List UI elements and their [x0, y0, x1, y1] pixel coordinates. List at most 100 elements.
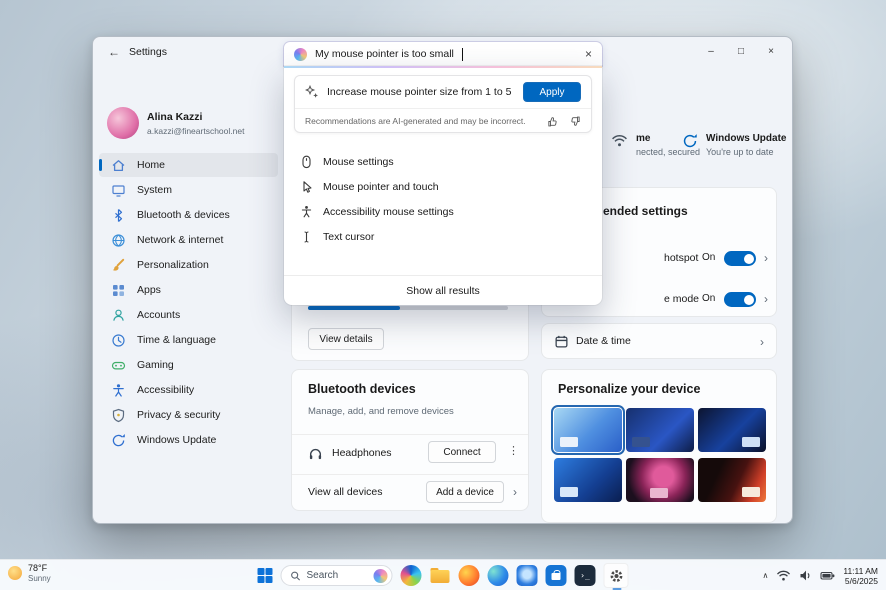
settings-search-input[interactable]: My mouse pointer is too small ×	[284, 42, 602, 66]
theme-thumbnail-1[interactable]	[554, 408, 622, 452]
clear-search-icon[interactable]: ×	[585, 47, 592, 61]
sidebar: Alina Kazzi a.kazzi@fineartschool.net Ho…	[93, 65, 284, 523]
tray-chevron-up-icon[interactable]: ∧	[762, 571, 768, 580]
personalize-title: Personalize your device	[558, 382, 700, 396]
photos-icon[interactable]	[517, 565, 538, 586]
start-button[interactable]	[258, 568, 273, 583]
sidebar-item-network-internet[interactable]: Network & internet	[99, 228, 278, 252]
date-time-label: Date & time	[576, 335, 631, 347]
search-results-list: Mouse settings Mouse pointer and touch A…	[284, 149, 602, 249]
apps-icon	[111, 283, 126, 298]
theme-thumbnails	[554, 408, 766, 502]
microsoft-store-icon[interactable]	[546, 565, 567, 586]
theme-thumbnail-3[interactable]	[698, 408, 766, 452]
sidebar-item-personalization[interactable]: Personalization	[99, 253, 278, 277]
taskbar-center: Search ›_	[258, 560, 629, 590]
sidebar-item-bluetooth-devices[interactable]: Bluetooth & devices	[99, 203, 278, 227]
hotspot-state: On	[702, 252, 715, 263]
connect-button[interactable]: Connect	[428, 441, 496, 463]
theme-thumbnail-5[interactable]	[626, 458, 694, 502]
theme-preview-window	[650, 488, 668, 498]
update-icon	[111, 433, 126, 448]
recommended-settings-title: ended settings	[603, 204, 688, 218]
sidebar-item-label: Personalization	[137, 259, 209, 271]
sidebar-item-label: Privacy & security	[137, 409, 220, 421]
theme-thumbnail-2[interactable]	[626, 408, 694, 452]
suggestion-title: Increase mouse pointer size from 1 to 5	[327, 86, 511, 98]
settings-app-icon-active[interactable]	[604, 563, 629, 588]
sidebar-item-apps[interactable]: Apps	[99, 278, 278, 302]
apply-button[interactable]: Apply	[523, 82, 581, 102]
search-query-text: My mouse pointer is too small	[315, 48, 454, 60]
sparkle-icon	[305, 85, 319, 99]
hotspot-toggle[interactable]	[724, 251, 756, 266]
mode-toggle[interactable]	[724, 292, 756, 307]
theme-thumbnail-6[interactable]	[698, 458, 766, 502]
view-details-button[interactable]: View details	[308, 328, 384, 350]
bluetooth-devices-card: Bluetooth devices Manage, add, and remov…	[291, 369, 529, 511]
hotspot-label: hotspot	[664, 252, 698, 264]
bluetooth-card-title: Bluetooth devices	[308, 382, 416, 396]
selection-indicator	[99, 159, 102, 171]
sidebar-item-time-language[interactable]: Time & language	[99, 328, 278, 352]
taskbar-search[interactable]: Search	[281, 565, 393, 586]
result-mouse-settings[interactable]: Mouse settings	[284, 149, 602, 174]
windows-update-status-card[interactable]: Windows Update You're up to date	[682, 133, 786, 157]
settings-window: ← Settings – □ × Alina Kazzi a.kazzi@fin…	[92, 36, 793, 524]
clock-icon	[111, 333, 126, 348]
minimize-button[interactable]: –	[696, 41, 726, 61]
divider	[292, 474, 528, 475]
copilot-app-icon[interactable]	[401, 565, 422, 586]
view-all-devices-row: View all devices Add a device ›	[292, 478, 528, 508]
tray-battery-icon[interactable]	[820, 569, 835, 582]
theme-preview-window	[742, 487, 760, 497]
clock-time: 11:11 AM	[843, 566, 878, 576]
edge-icon[interactable]	[488, 565, 509, 586]
avatar[interactable]	[107, 107, 139, 139]
sidebar-item-system[interactable]: System	[99, 178, 278, 202]
sidebar-item-privacy-security[interactable]: Privacy & security	[99, 403, 278, 427]
thumbs-down-icon[interactable]	[569, 115, 581, 128]
ai-disclaimer: Recommendations are AI-generated and may…	[305, 116, 526, 126]
date-time-card[interactable]: Date & time ›	[541, 323, 777, 359]
sidebar-item-label: Gaming	[137, 359, 174, 371]
system-icon	[111, 183, 126, 198]
back-button[interactable]: ←	[105, 44, 123, 60]
result-accessibility-mouse[interactable]: Accessibility mouse settings	[284, 199, 602, 224]
maximize-button[interactable]: □	[726, 41, 756, 61]
globe-icon	[111, 233, 126, 248]
close-button[interactable]: ×	[756, 41, 786, 61]
more-options-icon[interactable]: ⋮	[508, 444, 519, 457]
show-all-results-button[interactable]: Show all results	[284, 275, 602, 305]
terminal-icon[interactable]: ›_	[575, 565, 596, 586]
sidebar-item-accounts[interactable]: Accounts	[99, 303, 278, 327]
device-name: Headphones	[332, 447, 392, 459]
result-mouse-pointer-touch[interactable]: Mouse pointer and touch	[284, 174, 602, 199]
result-text-cursor[interactable]: Text cursor	[284, 224, 602, 249]
sidebar-item-label: Apps	[137, 284, 161, 296]
tray-wifi-icon[interactable]	[776, 569, 791, 582]
storage-progress-track	[308, 306, 508, 310]
desktop: ← Settings – □ × Alina Kazzi a.kazzi@fin…	[0, 0, 886, 590]
sidebar-item-windows-update[interactable]: Windows Update	[99, 428, 278, 452]
person-icon	[111, 308, 126, 323]
weather-widget[interactable]: 78°F Sunny	[8, 563, 51, 583]
text-caret	[462, 48, 463, 61]
sidebar-item-accessibility[interactable]: Accessibility	[99, 378, 278, 402]
taskbar-search-label: Search	[307, 570, 368, 581]
sidebar-item-gaming[interactable]: Gaming	[99, 353, 278, 377]
thumbs-up-icon[interactable]	[547, 115, 559, 128]
theme-preview-window	[632, 437, 650, 447]
copilot-search-icon	[294, 48, 307, 61]
taskbar-clock[interactable]: 11:11 AM 5/6/2025	[843, 566, 878, 586]
view-all-devices-link[interactable]: View all devices	[308, 486, 383, 498]
window-controls: – □ ×	[696, 41, 786, 61]
search-results-panel: Increase mouse pointer size from 1 to 5 …	[284, 66, 602, 305]
theme-thumbnail-4[interactable]	[554, 458, 622, 502]
sidebar-item-home[interactable]: Home	[99, 153, 278, 177]
file-explorer-icon[interactable]	[430, 565, 451, 586]
sidebar-item-label: Home	[137, 159, 165, 171]
firefox-icon[interactable]	[459, 565, 480, 586]
add-device-button[interactable]: Add a device	[426, 481, 504, 503]
tray-volume-icon[interactable]	[799, 569, 812, 582]
